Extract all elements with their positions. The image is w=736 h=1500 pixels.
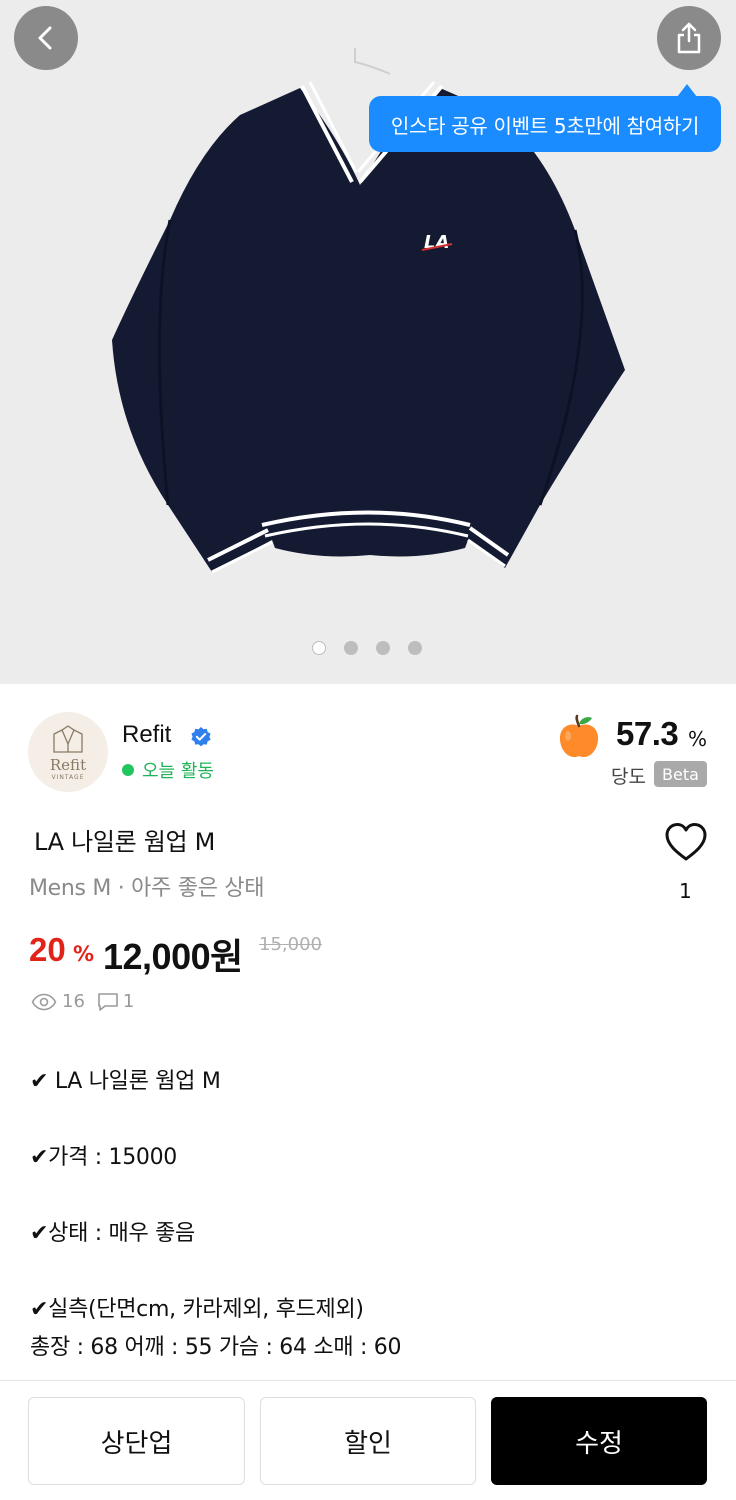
carousel-dot[interactable]	[376, 641, 390, 655]
seller-activity-status: 오늘 활동	[142, 761, 214, 782]
product-subtitle: Mens M · 아주 좋은 상태	[29, 876, 265, 901]
share-event-tooltip[interactable]: 인스타 공유 이벤트 5초만에 참여하기	[369, 96, 721, 152]
like-count: 1	[679, 879, 692, 903]
description-line: ✔실측(단면cm, 카라제외, 후드제외)	[30, 1297, 364, 1322]
apple-icon	[559, 714, 599, 758]
bump-button[interactable]: 상단업	[28, 1397, 245, 1485]
product-stats: 16 1	[31, 991, 134, 1012]
carousel-dot[interactable]	[408, 641, 422, 655]
discount-rate: 20	[29, 931, 66, 968]
edit-button[interactable]: 수정	[491, 1397, 707, 1485]
share-icon	[677, 22, 701, 54]
description-line: ✔가격 : 15000	[30, 1145, 177, 1170]
original-price: 15,000	[259, 934, 322, 955]
sweetness-unit: %	[688, 727, 708, 751]
chat-count: 1	[122, 991, 135, 1012]
jacket-logo-icon	[53, 724, 83, 753]
seller-name[interactable]: Refit	[122, 721, 171, 749]
discount-button[interactable]: 할인	[260, 1397, 476, 1485]
back-arrow-icon	[38, 26, 52, 50]
carousel-dot-active[interactable]	[312, 641, 326, 655]
heart-icon[interactable]	[664, 822, 708, 862]
carousel-indicator	[312, 641, 422, 655]
seller-avatar[interactable]: Refit VINTAGE	[28, 712, 108, 792]
product-image-carousel[interactable]: LA 인스타 공유 이벤트 5초만에 참여하기	[0, 0, 736, 684]
sweetness-label: 당도	[611, 766, 646, 788]
view-count: 16	[62, 991, 85, 1012]
avatar-logo-subtext: VINTAGE	[51, 773, 85, 781]
back-button[interactable]	[14, 6, 78, 70]
description-line: 총장 : 68 어깨 : 55 가슴 : 64 소매 : 60	[30, 1335, 402, 1360]
sweetness-value: 57.3	[616, 715, 679, 752]
beta-badge: Beta	[654, 761, 707, 787]
carousel-dot[interactable]	[344, 641, 358, 655]
active-status-dot	[122, 764, 134, 776]
eye-icon	[31, 993, 57, 1010]
chat-icon	[98, 992, 118, 1011]
product-title: LA 나일론 웜업 M	[34, 828, 216, 856]
description-line: ✔ LA 나일론 웜업 M	[30, 1069, 221, 1094]
share-button[interactable]	[657, 6, 721, 70]
discount-unit: %	[73, 942, 95, 966]
verified-badge-icon	[191, 727, 211, 747]
sale-price: 12,000원	[103, 936, 243, 977]
description-line: ✔상태 : 매우 좋음	[30, 1221, 195, 1246]
avatar-logo-text: Refit	[49, 755, 87, 774]
